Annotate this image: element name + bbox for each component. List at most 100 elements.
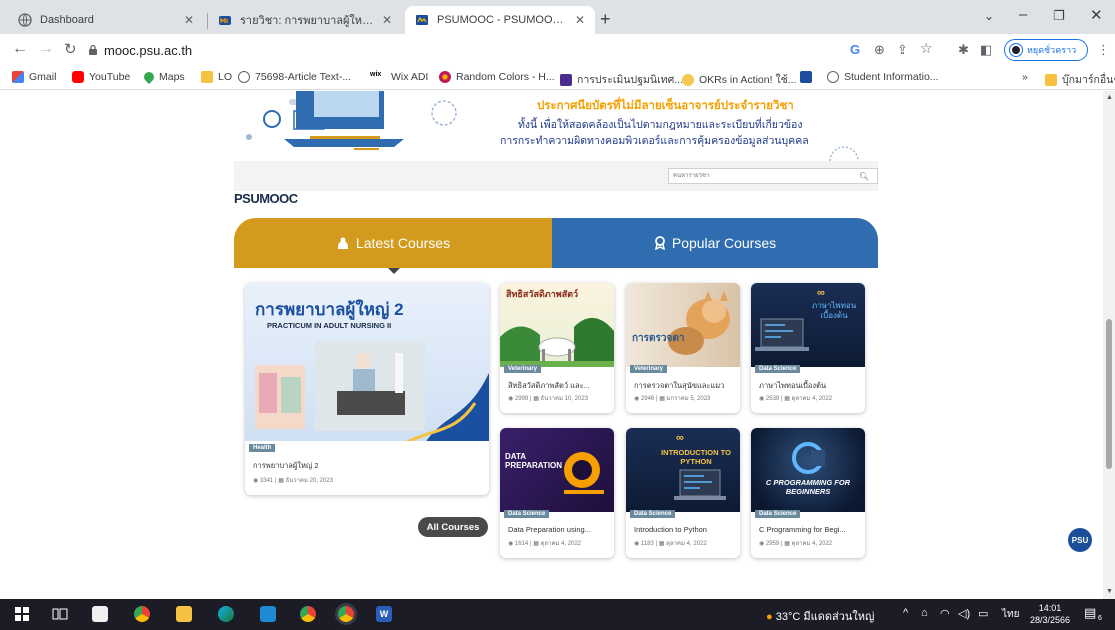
course-title[interactable]: Introduction to Python [634,525,738,534]
tab-search-chevron-icon[interactable]: ⌄ [984,9,994,23]
course-tabs: Latest Courses Popular Courses [234,218,878,274]
bookmark-article[interactable]: 75698-Article Text-... [238,71,351,83]
system-clock[interactable]: 14:01 28/3/2566 [1030,602,1070,626]
minimize-icon[interactable]: – [1019,6,1027,23]
course-card[interactable]: การตรวจตา Veterinary การตรวจตาในสุนัขและ… [626,283,740,413]
search-icon[interactable]: 🔍︎ [859,172,869,181]
extensions-icon[interactable]: ✱ [958,42,969,58]
store-icon[interactable] [92,606,108,622]
popular-courses-label: Popular Courses [671,235,777,251]
bookmark-okrs[interactable]: OKRs in Action! ใช้... [682,71,796,88]
course-date: ธันวาคม 10, 2023 [540,396,589,402]
file-explorer-icon[interactable] [176,606,192,622]
bookmark-star-icon[interactable]: ☆ [920,40,933,57]
mail-icon[interactable] [260,606,276,622]
scroll-up-icon[interactable]: ▲ [1106,94,1113,101]
google-lens-icon[interactable]: G [850,42,860,57]
scroll-thumb[interactable] [1106,319,1112,469]
bookmark-label: Random Colors - H... [456,71,555,83]
scroll-down-icon[interactable]: ▼ [1106,588,1113,595]
tab-course-nursing[interactable]: รายวิชา: การพยาบาลผู้ใหญ่ 2 ✕ [208,6,402,34]
folder-icon [1045,73,1057,86]
forward-icon[interactable]: → [38,40,54,58]
search-input[interactable] [669,173,859,179]
bookmark-youtube[interactable]: YouTube [72,71,130,83]
address-bar[interactable]: mooc.psu.ac.th [88,38,878,62]
edge-icon[interactable] [218,606,234,622]
calendar-icon: ▦ [784,541,790,547]
course-title[interactable]: การพยาบาลผู้ใหญ่ 2 [253,460,319,472]
eye-icon: ◉ [508,541,514,547]
bookmark-maps[interactable]: Maps [141,69,185,85]
windows-start-icon[interactable] [14,606,30,622]
category-badge: Veterinary [504,365,542,373]
tab-latest-courses[interactable]: Latest Courses [234,218,552,268]
course-card[interactable]: ∞ ภาษาไพทอน เบื้องต้น Data Science ภาษาไ… [751,283,865,413]
view-count: 2946 [640,396,655,402]
close-tab-icon[interactable]: ✕ [184,13,194,27]
close-tab-icon[interactable]: ✕ [382,13,392,27]
bookmarks-overflow-icon[interactable]: » [1022,71,1028,83]
eye-icon: ◉ [253,478,259,484]
task-view-icon[interactable] [52,606,68,622]
notification-icon[interactable]: ▤ [1084,605,1096,621]
battery-icon[interactable]: ▭ [978,607,988,620]
maps-pin-icon [141,69,157,85]
data-illustration [564,452,604,494]
menu-kebab-icon[interactable]: ⋮ [1097,42,1110,58]
course-title[interactable]: สิทธิสวัสดิภาพสัตว์ และ... [508,380,612,392]
course-card[interactable]: ∞ INTRODUCTION TO PYTHON Data Science In… [626,428,740,558]
bookmark-other[interactable]: บุ๊กมาร์กอื่นๆ [1045,71,1115,88]
users-icon [337,237,348,249]
bookmark-gmail[interactable]: Gmail [12,71,56,83]
bookmark-lo[interactable]: LO [201,71,232,83]
course-title[interactable]: C Programming for Begi... [759,525,863,534]
course-title[interactable]: ภาษาไพทอนเบื้องต้น [759,380,863,392]
page-scrollbar[interactable]: ▲ ▼ [1103,91,1115,599]
course-card[interactable]: C PROGRAMMING FOR BEGINNERS Data Science… [751,428,865,558]
featured-course-card[interactable]: การพยาบาลผู้ใหญ่ 2 PRACTICUM IN ADULT NU… [245,283,489,495]
course-card[interactable]: สิทธิสวัสดิภาพสัตว์ Veterinary สิทธิสวัส… [500,283,614,413]
back-icon[interactable]: ← [12,40,28,58]
chevron-up-icon[interactable]: ^ [903,607,908,619]
calendar-icon: ▦ [784,396,790,402]
network-icon[interactable]: ⌂ [921,607,928,619]
profile-button[interactable]: หยุดชั่วคราว [1004,39,1088,61]
award-icon [654,236,665,250]
bookmark-extra[interactable] [800,71,817,83]
bookmark-student-info[interactable]: Student Informatio... [827,71,939,83]
okr-icon [682,73,694,86]
new-tab-icon[interactable]: + [600,9,611,30]
close-window-icon[interactable]: ✕ [1090,6,1103,24]
course-title[interactable]: การตรวจตาในสุนัขและแมว [634,380,738,392]
tab-title: PSUMOOC - PSUMOOC : Life Lo [437,14,567,26]
course-title[interactable]: Data Preparation using... [508,525,612,534]
laptop-code-illustration [674,469,726,500]
psu-chat-button[interactable]: PSU [1068,528,1092,552]
share-icon[interactable]: ⇪ [897,42,908,58]
speaker-icon[interactable]: ◁) [958,607,970,620]
word-icon[interactable]: W [376,606,392,622]
zoom-icon[interactable]: ⊕ [874,42,885,58]
side-panel-icon[interactable]: ◧ [980,42,992,58]
chrome-active-icon[interactable] [338,606,354,622]
chrome-taskbar-icon[interactable] [134,606,150,622]
close-tab-icon[interactable]: ✕ [575,13,585,27]
clock-date: 28/3/2566 [1030,615,1071,625]
wifi-icon[interactable]: ◠ [940,607,950,620]
restore-icon[interactable]: ❐ [1053,8,1065,24]
course-card[interactable]: DATA PREPARATION Data Science Data Prepa… [500,428,614,558]
weather-widget[interactable]: ● 33°C มีแดดส่วนใหญ่ [766,607,874,625]
all-courses-button[interactable]: All Courses [418,517,488,537]
bookmark-random-colors[interactable]: Random Colors - H... [439,71,555,83]
bookmark-wix[interactable]: wix Wix ADI [370,71,428,83]
bookmark-orientation[interactable]: การประเมินปฐมนิเทศ... [560,71,683,88]
language-indicator[interactable]: ไทย [1002,607,1019,622]
reload-icon[interactable]: ↻ [64,40,77,58]
chrome-profile-icon[interactable] [300,606,316,622]
tab-popular-courses[interactable]: Popular Courses [552,218,878,268]
tab-psumooc[interactable]: PSUMOOC - PSUMOOC : Life Lo ✕ [405,6,595,34]
category-badge: Veterinary [630,365,668,373]
calendar-icon: ▦ [278,478,284,484]
tab-dashboard[interactable]: Dashboard ✕ [8,6,204,34]
